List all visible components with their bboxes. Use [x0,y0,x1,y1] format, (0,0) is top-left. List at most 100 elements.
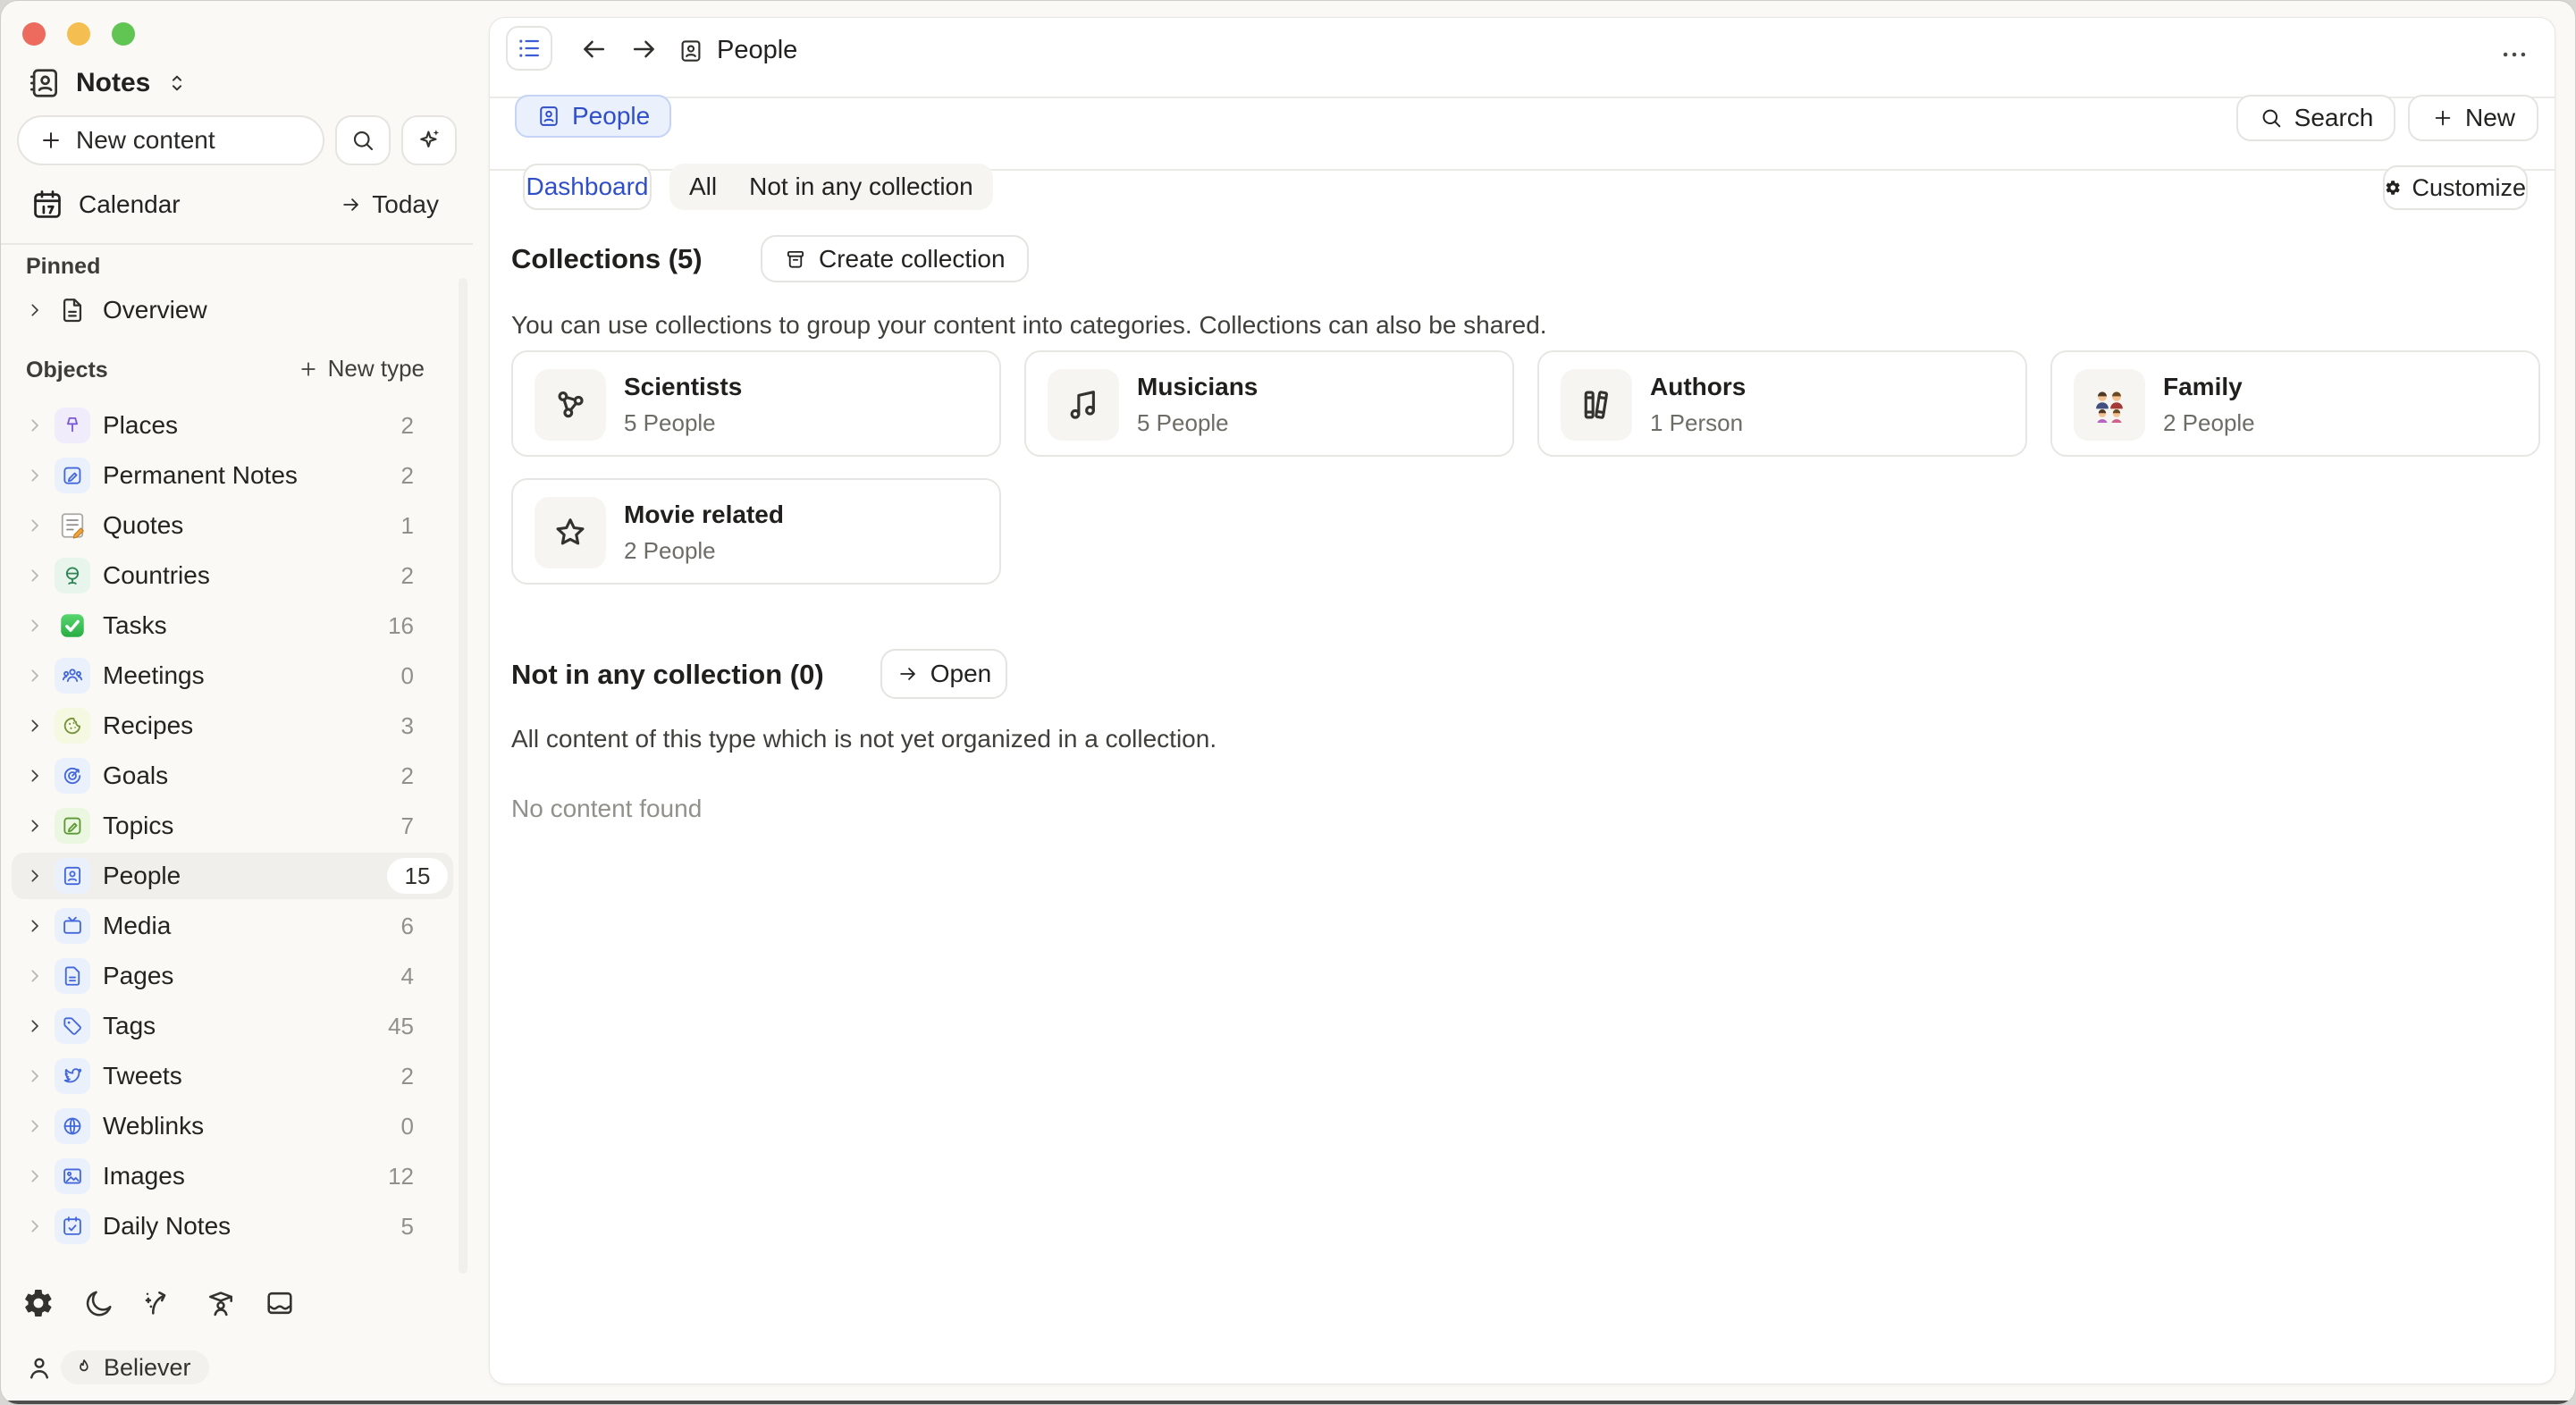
tag-icon [55,1008,90,1044]
collection-card-authors[interactable]: Authors 1 Person [1537,350,2027,457]
sidebar: Notes New content Calendar Today [1,1,489,1404]
zoom-window-button[interactable] [112,22,135,46]
flame-icon [73,1357,95,1378]
globe-icon [55,1108,90,1144]
type-chip-people[interactable]: People [515,95,671,138]
calendar-label: Calendar [79,190,181,219]
search-icon [349,127,376,154]
forward-button[interactable] [628,33,661,65]
sidebar-item-tasks[interactable]: Tasks 16 [12,602,453,649]
search-button[interactable]: Search [2236,95,2395,141]
pinned-section-label: Pinned [26,254,100,280]
archive-box-icon [784,248,807,271]
chevron-right-icon [24,1115,46,1137]
sidebar-scrollbar[interactable] [459,278,467,1274]
chevron-right-icon [24,415,46,436]
notebook-icon [28,66,62,100]
note-pencil-icon [55,458,90,493]
chevron-right-icon [24,915,46,937]
main-panel: People People Search New Dashboard All N… [489,17,2555,1384]
not-in-collection-heading: Not in any collection (0) [511,659,824,691]
list-icon [515,34,543,63]
sidebar-item-weblinks[interactable]: Weblinks 0 [12,1103,453,1149]
books-icon [1561,369,1632,441]
tv-icon [55,908,90,944]
empty-state-label: No content found [511,795,702,823]
note-pencil-icon [55,808,90,844]
cookie-icon [55,708,90,744]
new-content-button[interactable]: New content [17,115,324,165]
tab-dashboard[interactable]: Dashboard [523,164,652,210]
sidebar-item-tags[interactable]: Tags 45 [12,1003,453,1049]
chevron-up-down-icon [164,71,189,96]
today-link[interactable]: Today [340,190,439,219]
collection-card-musicians[interactable]: Musicians 5 People [1024,350,1514,457]
objects-section-label: Objects [26,358,108,383]
calendar-check-icon [55,1208,90,1244]
sidebar-item-overview[interactable]: Overview [12,287,453,333]
workspace-switcher[interactable]: Notes [28,65,189,101]
new-type-button[interactable]: New type [298,355,425,383]
workspace-name: Notes [76,68,150,98]
settings-gear-icon[interactable] [22,1287,55,1319]
collections-heading: Collections (5) [511,243,703,275]
sparkles-icon [416,127,442,154]
sidebar-item-daily-notes[interactable]: Daily Notes 5 [12,1203,453,1249]
membership-badge[interactable]: Believer [61,1350,209,1384]
collections-description: You can use collections to group your co… [511,311,1547,340]
search-button[interactable] [335,115,391,165]
sidebar-item-goals[interactable]: Goals 2 [12,753,453,799]
ai-sparkles-button[interactable] [401,115,457,165]
collection-card-scientists[interactable]: Scientists 5 People [511,350,1001,457]
sidebar-item-media[interactable]: Media 6 [12,903,453,949]
app-window: Notes New content Calendar Today [0,0,2576,1405]
image-icon [55,1158,90,1194]
document-icon [55,958,90,994]
sidebar-item-quotes[interactable]: Quotes 1 [12,502,453,549]
sidebar-item-places[interactable]: Places 2 [12,402,453,449]
chevron-right-icon [24,615,46,636]
new-object-button[interactable]: New [2408,95,2538,141]
inbox-tray-icon[interactable] [264,1287,296,1319]
open-button[interactable]: Open [880,649,1007,699]
sidebar-item-countries[interactable]: Countries 2 [12,552,453,599]
minimize-window-button[interactable] [67,22,90,46]
customize-button[interactable]: Customize [2383,165,2528,210]
not-in-collection-description: All content of this type which is not ye… [511,725,1216,753]
chevron-right-icon [24,1015,46,1037]
portrait-icon [678,38,704,64]
sidebar-item-people[interactable]: People 15 [12,853,453,899]
profile-person-icon[interactable] [24,1352,55,1383]
graduation-cap-icon[interactable] [205,1287,237,1319]
chevron-right-icon [24,1216,46,1237]
chevron-right-icon [24,665,46,686]
toggle-sidebar-button[interactable] [506,26,552,71]
window-controls [22,22,135,46]
portrait-icon [536,104,561,129]
dark-mode-moon-icon[interactable] [83,1287,115,1319]
tab-not-in-any-collection[interactable]: Not in any collection [749,172,973,201]
close-window-button[interactable] [22,22,46,46]
collection-card-family[interactable]: Family 2 People [2050,350,2540,457]
chevron-right-icon [24,465,46,486]
chevron-right-icon [24,865,46,887]
plus-icon [298,358,319,380]
music-note-icon [1048,369,1119,441]
sidebar-item-calendar[interactable]: Calendar Today [1,180,473,230]
collection-card-movie-related[interactable]: Movie related 2 People [511,478,1001,585]
sidebar-item-permanent-notes[interactable]: Permanent Notes 2 [12,452,453,499]
back-button[interactable] [577,33,610,65]
chevron-right-icon [24,765,46,787]
tab-all[interactable]: All [689,172,717,201]
molecule-icon [535,369,606,441]
sidebar-divider [1,243,473,245]
sidebar-item-pages[interactable]: Pages 4 [12,953,453,999]
sidebar-item-images[interactable]: Images 12 [12,1153,453,1199]
sparkles-arrow-icon[interactable] [142,1287,174,1319]
sidebar-item-meetings[interactable]: Meetings 0 [12,652,453,699]
sidebar-item-tweets[interactable]: Tweets 2 [12,1053,453,1099]
create-collection-button[interactable]: Create collection [761,235,1029,282]
more-options-button[interactable] [2499,39,2530,70]
sidebar-item-topics[interactable]: Topics 7 [12,803,453,849]
sidebar-item-recipes[interactable]: Recipes 3 [12,702,453,749]
